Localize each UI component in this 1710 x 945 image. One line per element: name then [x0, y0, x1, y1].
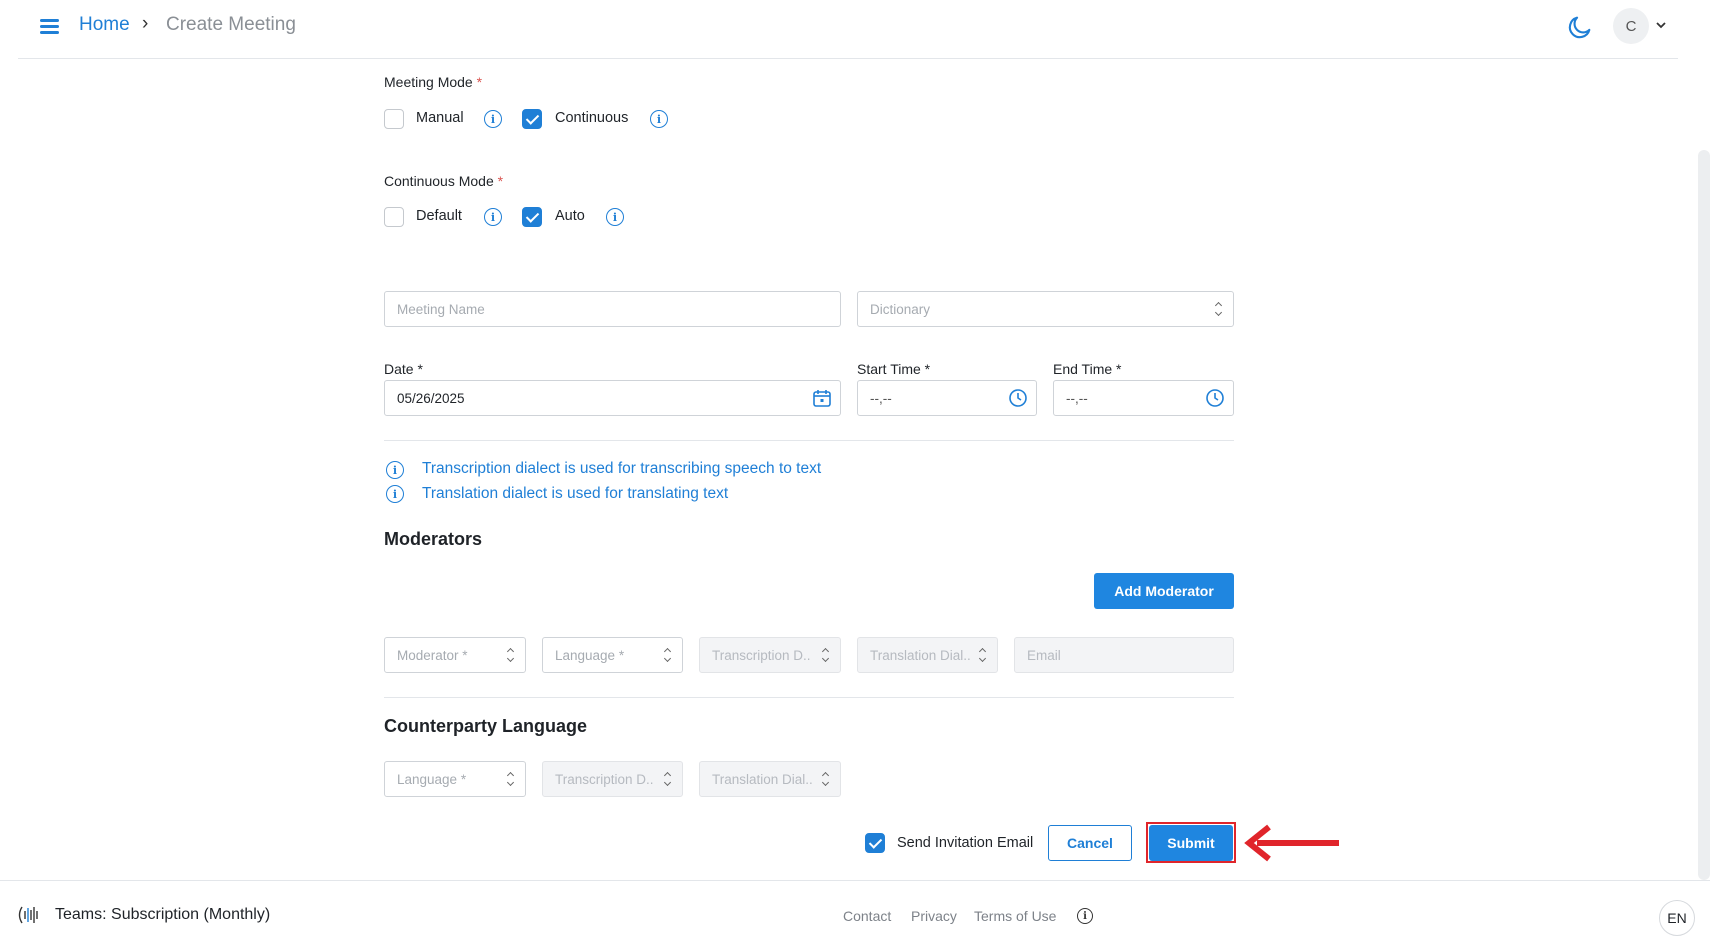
auto-checkbox[interactable] — [522, 207, 542, 227]
default-checkbox[interactable] — [384, 207, 404, 227]
breadcrumb-chevron-icon: › — [142, 13, 149, 34]
footer-link-terms[interactable]: Terms of Use — [974, 908, 1056, 924]
transcription-note: Transcription dialect is used for transc… — [422, 460, 822, 477]
continuous-info-icon[interactable]: i — [650, 110, 668, 128]
select-arrows-icon — [664, 648, 672, 662]
end-time-input[interactable]: --,-- — [1053, 380, 1234, 416]
subscription-plan: Teams: Subscription (Monthly) — [55, 906, 271, 923]
select-arrows-icon — [822, 648, 830, 662]
select-arrows-icon — [507, 772, 515, 786]
breadcrumb-current: Create Meeting — [166, 14, 296, 35]
info-icon[interactable]: i — [1077, 908, 1093, 924]
moon-icon[interactable] — [1566, 13, 1594, 41]
red-arrow-icon — [1243, 823, 1343, 863]
default-info-icon[interactable]: i — [484, 208, 502, 226]
moderator-email-input[interactable]: Email — [1014, 637, 1234, 673]
manual-info-icon[interactable]: i — [484, 110, 502, 128]
counterparty-translation-dialect-select[interactable]: Translation Dial.. — [699, 761, 841, 797]
submit-highlight-box — [1146, 822, 1236, 863]
moderator-language-select[interactable]: Language * — [542, 637, 683, 673]
info-icon: i — [386, 485, 404, 503]
cancel-button[interactable]: Cancel — [1048, 825, 1132, 861]
user-menu[interactable]: C — [1613, 8, 1667, 44]
select-arrows-icon — [664, 772, 672, 786]
end-time-label: End Time * — [1053, 361, 1122, 377]
select-arrows-icon — [507, 648, 515, 662]
auto-label[interactable]: Auto — [555, 208, 585, 224]
breadcrumb-home[interactable]: Home — [79, 14, 130, 36]
moderators-title: Moderators — [384, 529, 483, 549]
divider — [384, 440, 1234, 441]
footer-link-privacy[interactable]: Privacy — [911, 908, 957, 924]
send-invitation-checkbox[interactable] — [865, 833, 885, 853]
select-arrows-icon — [979, 648, 987, 662]
default-label[interactable]: Default — [416, 208, 462, 224]
meeting-mode-label: Meeting Mode * — [384, 74, 483, 90]
date-input[interactable]: 05/26/2025 — [384, 380, 841, 416]
send-invitation-label[interactable]: Send Invitation Email — [897, 835, 1033, 851]
moderator-select[interactable]: Moderator * — [384, 637, 526, 673]
clock-icon[interactable] — [1205, 388, 1225, 408]
footer-link-contact[interactable]: Contact — [843, 908, 891, 924]
soundwave-logo-icon — [16, 903, 44, 927]
counterparty-transcription-dialect-select[interactable]: Transcription D.. — [542, 761, 683, 797]
top-bar: Home › Create Meeting C — [18, 0, 1678, 59]
manual-checkbox[interactable] — [384, 109, 404, 129]
date-label: Date * — [384, 361, 423, 377]
continuous-label[interactable]: Continuous — [555, 110, 628, 126]
avatar[interactable]: C — [1613, 8, 1649, 44]
dictionary-select[interactable]: Dictionary — [857, 291, 1234, 327]
counterparty-title: Counterparty Language — [384, 716, 588, 736]
clock-icon[interactable] — [1008, 388, 1028, 408]
continuous-mode-label: Continuous Mode * — [384, 173, 504, 189]
continuous-checkbox[interactable] — [522, 109, 542, 129]
language-button[interactable]: EN — [1659, 900, 1695, 936]
start-time-input[interactable]: --,-- — [857, 380, 1037, 416]
footer: Teams: Subscription (Monthly) Contact Pr… — [0, 880, 1710, 945]
moderator-translation-dialect-select[interactable]: Translation Dial.. — [857, 637, 998, 673]
add-moderator-button[interactable]: Add Moderator — [1094, 573, 1234, 609]
scrollbar[interactable] — [1698, 150, 1710, 880]
auto-info-icon[interactable]: i — [606, 208, 624, 226]
select-arrows-icon — [1215, 302, 1223, 316]
divider — [384, 697, 1234, 698]
calendar-icon[interactable] — [812, 388, 832, 408]
start-time-label: Start Time * — [857, 361, 931, 377]
select-arrows-icon — [822, 772, 830, 786]
counterparty-language-select[interactable]: Language * — [384, 761, 526, 797]
manual-label[interactable]: Manual — [416, 110, 464, 126]
chevron-down-icon[interactable] — [1655, 19, 1667, 34]
translation-note: Translation dialect is used for translat… — [422, 485, 729, 502]
info-icon: i — [386, 461, 404, 479]
hamburger-menu-icon[interactable] — [38, 14, 62, 38]
meeting-name-input[interactable]: Meeting Name — [384, 291, 841, 327]
moderator-transcription-dialect-select[interactable]: Transcription D.. — [699, 637, 841, 673]
